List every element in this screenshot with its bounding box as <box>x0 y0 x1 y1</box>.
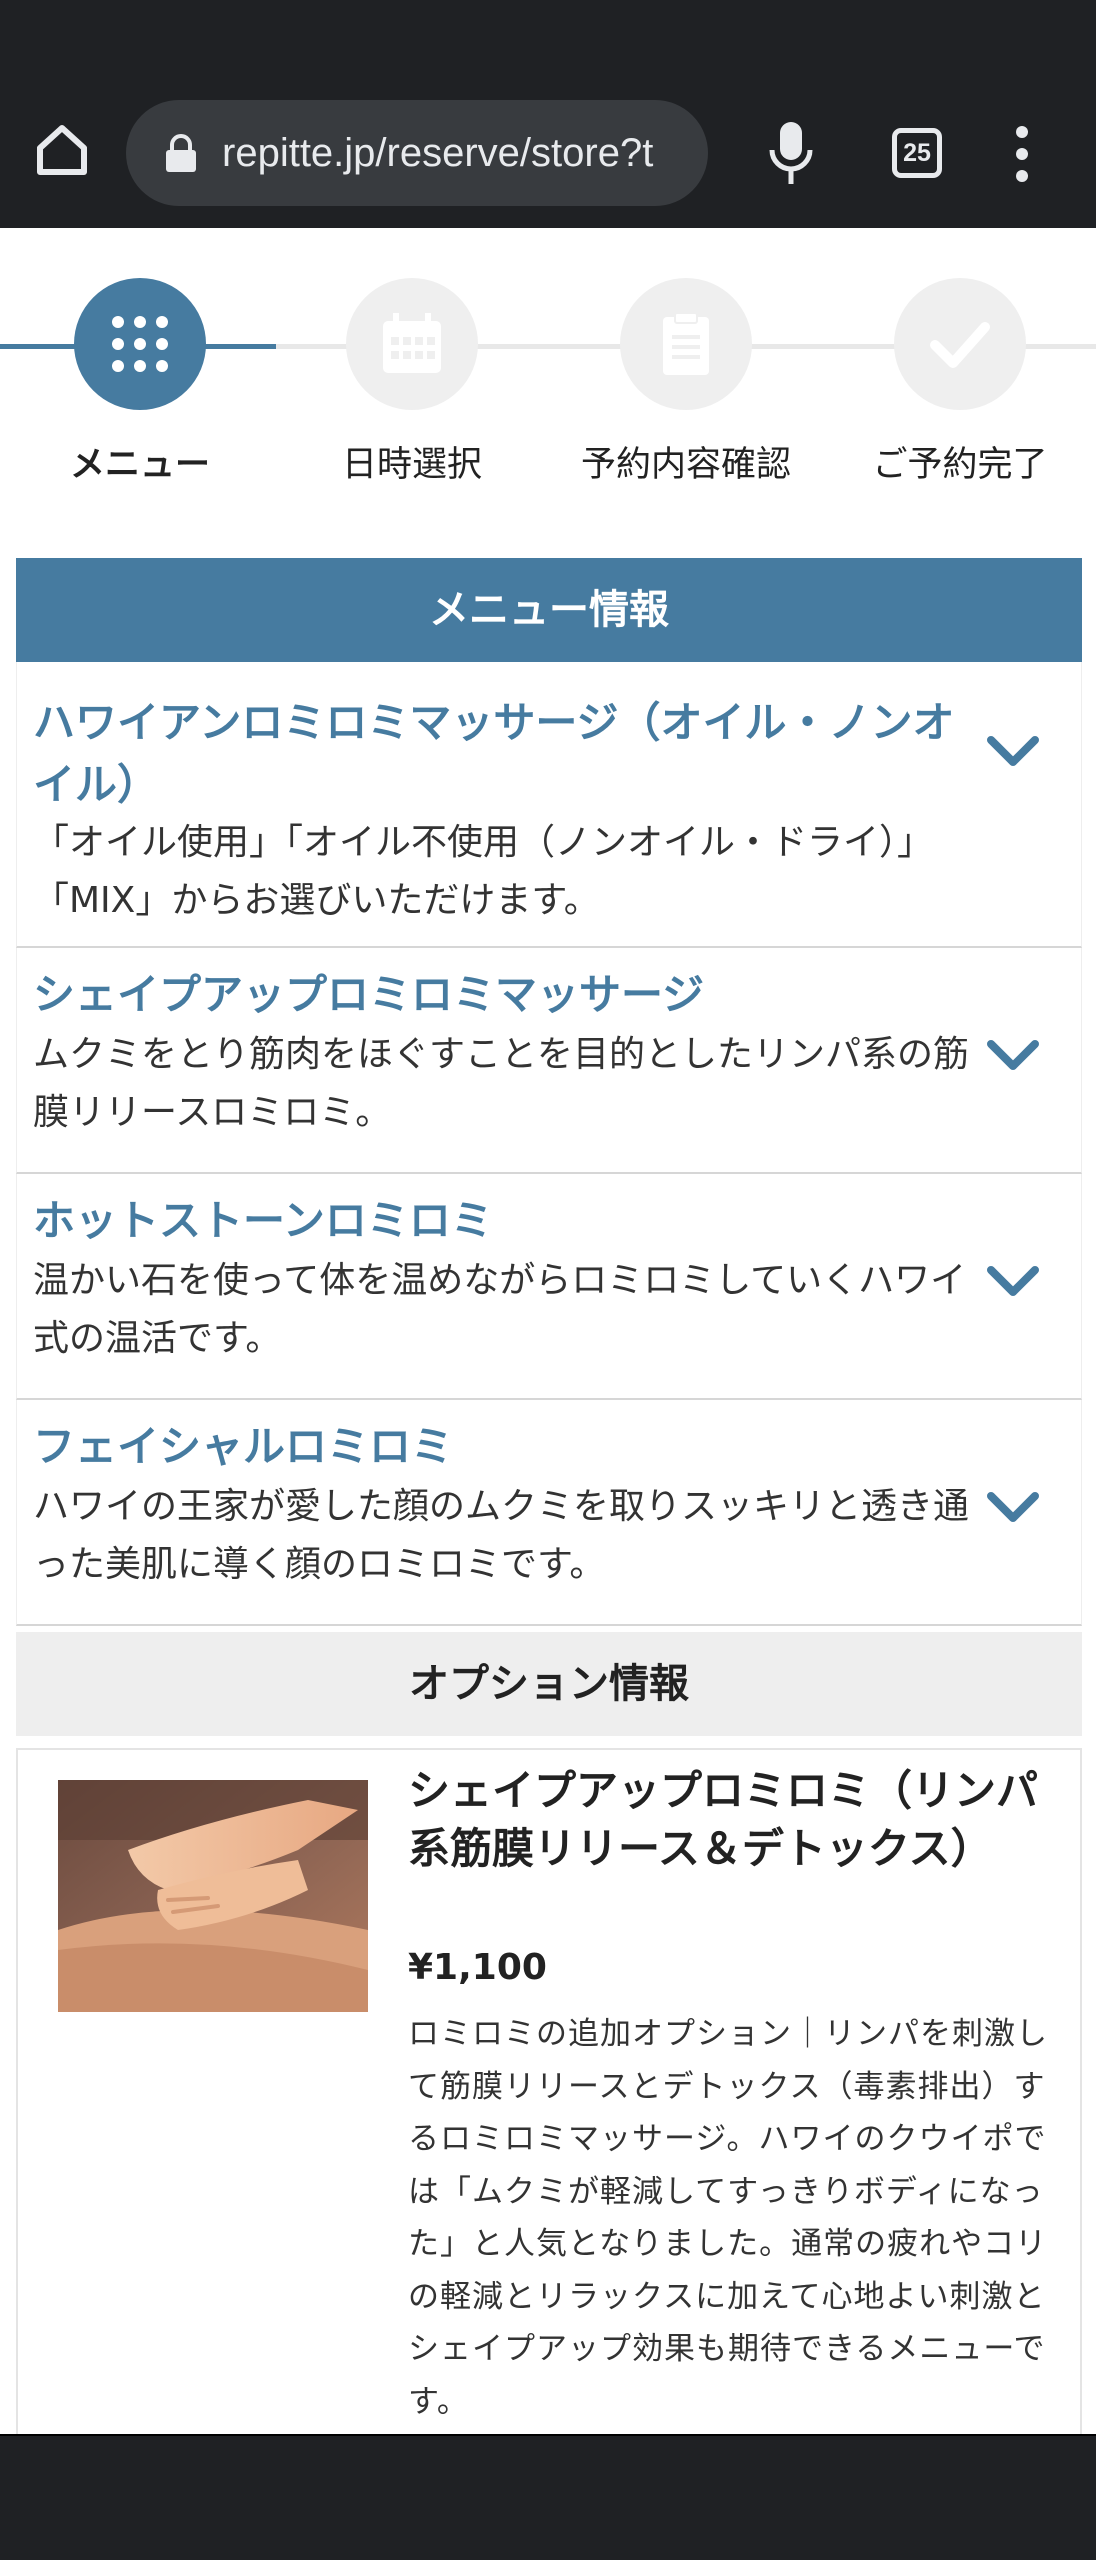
tab-switcher-button[interactable]: 25 <box>892 128 942 178</box>
chevron-down-icon[interactable] <box>985 1036 1041 1076</box>
option-section-header: オプション情報 <box>16 1632 1082 1736</box>
menu-item[interactable]: ハワイアンロミロミマッサージ（オイル・ノンオイル） 「オイル使用」「オイル不使用… <box>16 662 1082 948</box>
system-navigation-bar <box>0 2434 1096 2560</box>
option-description: ロミロミの追加オプション｜リンパを刺激して筋膜リリースとデトックス（毒素排出）す… <box>408 2016 1048 2420</box>
menu-item-title: シェイプアップロミロミマッサージ <box>33 970 705 1019</box>
calendar-icon <box>346 278 478 410</box>
step-label: 日時選択 <box>341 445 482 485</box>
step-complete: ご予約完了 <box>820 278 1096 490</box>
url-text: repitte.jp/reserve/store?t <box>222 131 654 175</box>
address-bar[interactable]: repitte.jp/reserve/store?t <box>126 100 708 206</box>
grid-dots-icon <box>74 278 206 410</box>
menu-item-title: ハワイアンロミロミマッサージ（オイル・ノンオイル） <box>33 698 955 809</box>
menu-item-title: ホットストーンロミロミ <box>33 1196 493 1245</box>
menu-item[interactable]: ホットストーンロミロミ 温かい石を使って体を温めながらロミロミしていくハワイ式の… <box>16 1174 1082 1400</box>
menu-item[interactable]: シェイプアップロミロミマッサージ ムクミをとり筋肉をほぐすことを目的としたリンパ… <box>16 948 1082 1174</box>
option-price: ¥1,100 <box>408 1947 547 1988</box>
menu-item[interactable]: フェイシャルロミロミ ハワイの王家が愛した顔のムクミを取りスッキリと透き通った美… <box>16 1400 1082 1626</box>
menu-item-desc: ハワイの王家が愛した顔のムクミを取りスッキリと透き通った美肌に導く顔のロミロミで… <box>33 1486 970 1585</box>
massage-photo <box>58 1780 368 2012</box>
chevron-down-icon[interactable] <box>985 732 1041 772</box>
progress-stepper: メニュー 日時選択 予約内容確認 ご予約完了 <box>0 228 1096 528</box>
clipboard-icon <box>620 278 752 410</box>
option-card[interactable]: シェイプアップロミロミ（リンパ系筋膜リリース＆デトックス） ¥1,100 ロミロ… <box>16 1748 1082 2434</box>
step-label: ご予約完了 <box>872 445 1048 485</box>
menu-item-desc: ムクミをとり筋肉をほぐすことを目的としたリンパ系の筋膜リリースロミロミ。 <box>33 1034 970 1133</box>
step-menu: メニュー <box>0 278 280 490</box>
chevron-down-icon[interactable] <box>985 1488 1041 1528</box>
menu-item-title: フェイシャルロミロミ <box>33 1422 454 1471</box>
tab-count: 25 <box>903 139 931 167</box>
chevron-down-icon[interactable] <box>985 1262 1041 1302</box>
microphone-icon[interactable] <box>768 120 814 186</box>
lock-icon <box>166 134 196 172</box>
menu-section-header: メニュー情報 <box>16 558 1082 662</box>
step-label: 予約内容確認 <box>580 445 791 485</box>
menu-list: ハワイアンロミロミマッサージ（オイル・ノンオイル） 「オイル使用」「オイル不使用… <box>16 662 1082 1626</box>
check-icon <box>894 278 1026 410</box>
browser-toolbar: repitte.jp/reserve/store?t 25 <box>0 0 1096 228</box>
home-icon[interactable] <box>32 120 92 180</box>
step-label: メニュー <box>69 445 210 485</box>
step-datetime: 日時選択 <box>272 278 552 490</box>
menu-item-desc: 温かい石を使って体を温めながらロミロミしていくハワイ式の温活です。 <box>33 1260 967 1359</box>
option-title: シェイプアップロミロミ（リンパ系筋膜リリース＆デトックス） <box>408 1766 1039 1873</box>
more-vert-icon[interactable] <box>1010 126 1034 182</box>
menu-item-desc: 「オイル使用」「オイル不使用（ノンオイル・ドライ）」「MIX」からお選びいただけ… <box>33 822 934 921</box>
step-confirm: 予約内容確認 <box>546 278 826 490</box>
